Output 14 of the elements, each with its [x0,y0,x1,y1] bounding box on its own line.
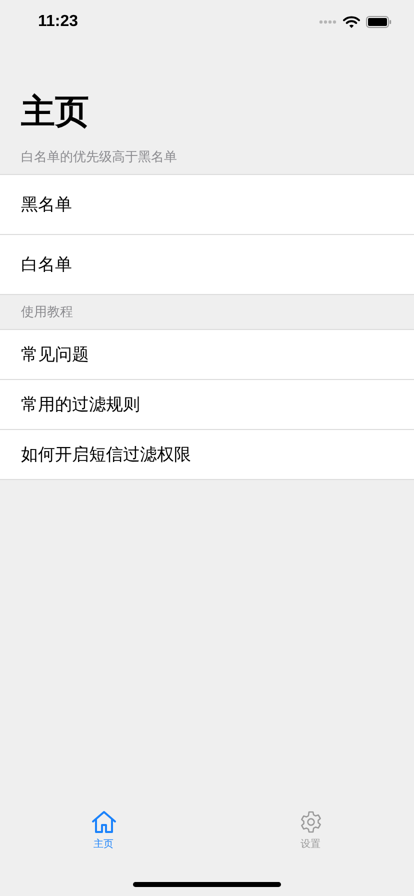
settings-icon [298,810,322,834]
battery-icon [366,16,392,28]
list-item[interactable]: 白名单 [0,235,414,294]
section-header: 白名单的优先级高于黑名单 [21,148,177,166]
list-item[interactable]: 常用的过滤规则 [0,380,414,430]
signal-icon [319,20,337,24]
section-header: 使用教程 [21,303,73,321]
list-item[interactable]: 如何开启短信过滤权限 [0,430,414,479]
list-item[interactable]: 常见问题 [0,330,414,380]
wifi-icon [343,16,360,28]
page-title: 主页 [21,92,89,133]
list-item[interactable]: 黑名单 [0,175,414,235]
home-icon [90,810,116,834]
status-time: 11:23 [38,13,78,31]
